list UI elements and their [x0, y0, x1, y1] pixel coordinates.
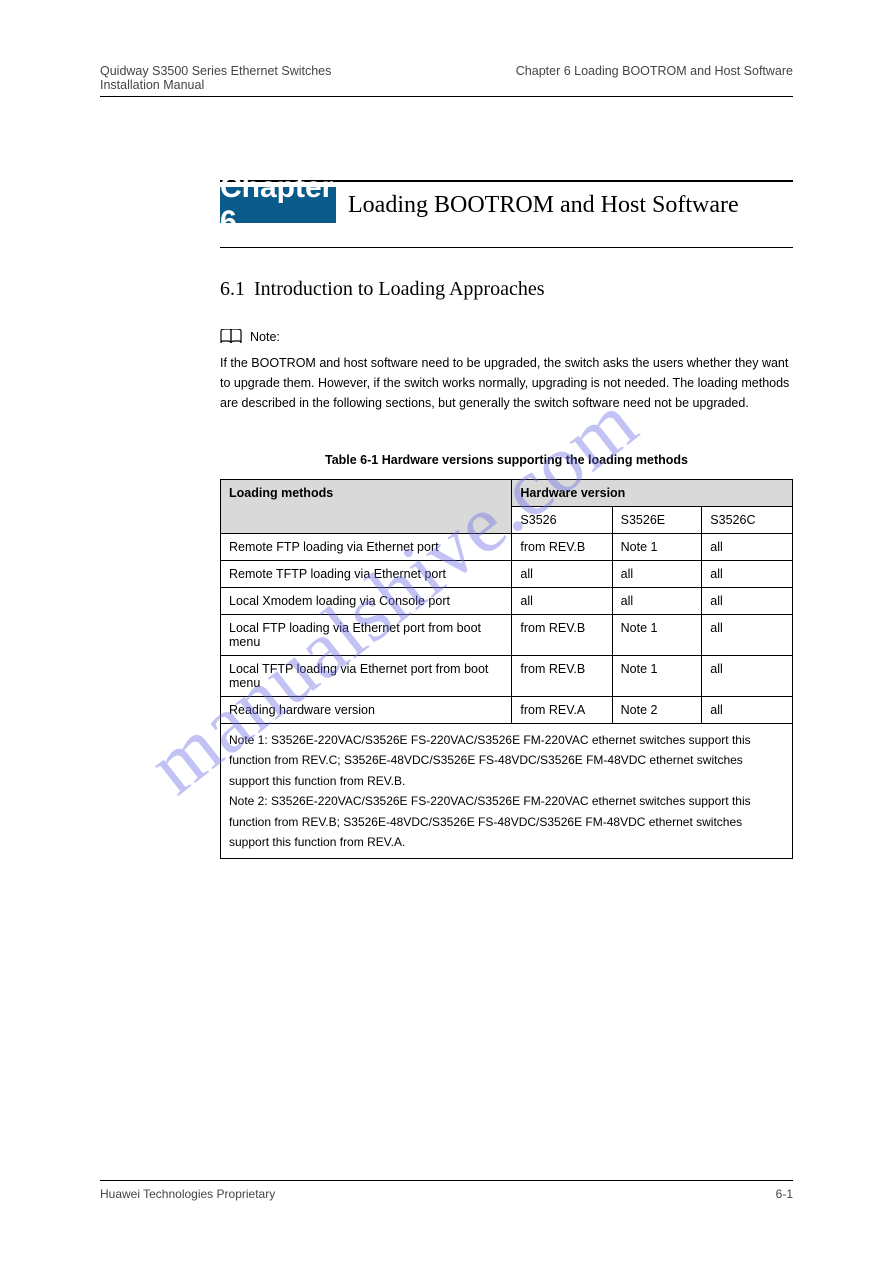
cell-s3526: from REV.B [512, 534, 612, 561]
table-caption-text: Table 6-1 Hardware versions supporting t… [325, 453, 688, 467]
cell-s3526c: all [702, 697, 793, 724]
th-s3526c: S3526C [702, 507, 793, 534]
chapter-badge: Chapter 6 [220, 187, 336, 223]
cell-s3526e: all [612, 561, 702, 588]
book-icon [220, 329, 242, 345]
content-area: Chapter 6 Loading BOOTROM and Host Softw… [220, 180, 793, 859]
cell-method: Local Xmodem loading via Console port [221, 588, 512, 615]
table-notes-row: Note 1: S3526E-220VAC/S3526E FS-220VAC/S… [221, 724, 793, 859]
note-body: If the BOOTROM and host software need to… [220, 353, 793, 413]
table-header-row: Loading methods Hardware version [221, 480, 793, 507]
page-header: Quidway S3500 Series Ethernet Switches I… [100, 64, 793, 97]
cell-s3526: from REV.B [512, 615, 612, 656]
cell-s3526e: Note 1 [612, 656, 702, 697]
footer-right: 6-1 [776, 1187, 793, 1201]
cell-s3526e: Note 2 [612, 697, 702, 724]
th-hardware: Hardware version [512, 480, 793, 507]
cell-s3526c: all [702, 588, 793, 615]
header-left: Quidway S3500 Series Ethernet Switches I… [100, 64, 331, 92]
hardware-table: Loading methods Hardware version S3526 S… [220, 479, 793, 859]
th-methods: Loading methods [221, 480, 512, 534]
cell-s3526c: all [702, 656, 793, 697]
subsection-title: Introduction to Loading Approaches [254, 278, 545, 301]
cell-s3526c: all [702, 561, 793, 588]
cell-s3526: all [512, 561, 612, 588]
cell-s3526e: all [612, 588, 702, 615]
cell-s3526: from REV.B [512, 656, 612, 697]
th-s3526e: S3526E [612, 507, 702, 534]
cell-method: Remote TFTP loading via Ethernet port [221, 561, 512, 588]
table-row: Local FTP loading via Ethernet port from… [221, 615, 793, 656]
footer-left: Huawei Technologies Proprietary [100, 1187, 275, 1201]
subsection-number: 6.1 [220, 278, 245, 301]
table-row: Remote FTP loading via Ethernet port fro… [221, 534, 793, 561]
section-heading: Chapter 6 Loading BOOTROM and Host Softw… [220, 187, 793, 223]
table-row: Remote TFTP loading via Ethernet port al… [221, 561, 793, 588]
section-rule-bottom [220, 247, 793, 248]
cell-s3526c: all [702, 615, 793, 656]
note-heading: Note: [220, 329, 793, 345]
cell-s3526e: Note 1 [612, 615, 702, 656]
table-row: Reading hardware version from REV.A Note… [221, 697, 793, 724]
cell-s3526c: all [702, 534, 793, 561]
cell-method: Local FTP loading via Ethernet port from… [221, 615, 512, 656]
subsection-heading: 6.1 Introduction to Loading Approaches [220, 278, 793, 301]
header-right: Chapter 6 Loading BOOTROM and Host Softw… [516, 64, 793, 78]
table-row: Local Xmodem loading via Console port al… [221, 588, 793, 615]
page-footer: Huawei Technologies Proprietary 6-1 [100, 1180, 793, 1201]
cell-method: Remote FTP loading via Ethernet port [221, 534, 512, 561]
th-s3526: S3526 [512, 507, 612, 534]
cell-s3526: from REV.A [512, 697, 612, 724]
cell-s3526: all [512, 588, 612, 615]
note-label: Note: [250, 330, 280, 344]
chapter-title: Loading BOOTROM and Host Software [336, 187, 739, 223]
cell-s3526e: Note 1 [612, 534, 702, 561]
table-notes: Note 1: S3526E-220VAC/S3526E FS-220VAC/S… [221, 724, 793, 859]
cell-method: Local TFTP loading via Ethernet port fro… [221, 656, 512, 697]
table-row: Local TFTP loading via Ethernet port fro… [221, 656, 793, 697]
cell-method: Reading hardware version [221, 697, 512, 724]
table-caption: Table 6-1 Hardware versions supporting t… [220, 453, 793, 467]
